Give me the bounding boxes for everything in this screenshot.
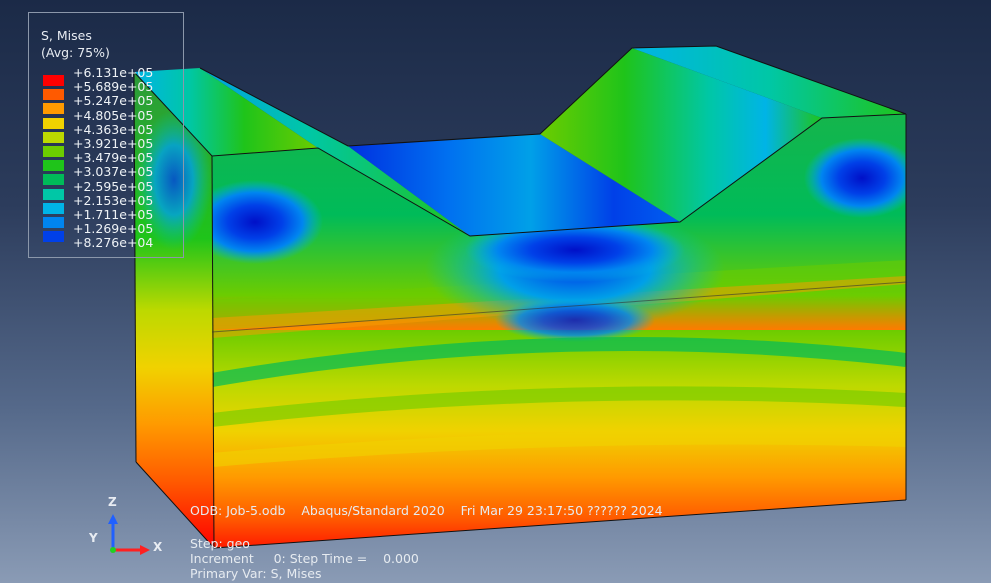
blue-stress-zone-right [804, 138, 906, 218]
legend-swatch [43, 89, 64, 101]
legend-swatch [43, 131, 64, 143]
primary-var-info-line: Primary Var: S, Mises [190, 566, 322, 581]
legend-value: +3.921e+05 [73, 136, 154, 151]
legend-title: S, Mises [41, 28, 92, 43]
odb-info-line: ODB: Job-5.odb Abaqus/Standard 2020 Fri … [190, 503, 663, 518]
legend-swatch [43, 217, 64, 228]
legend-value: +1.711e+05 [73, 207, 154, 222]
contour-legend: S, Mises (Avg: 75%) +6.131e+05 +5.689e+05… [28, 12, 184, 258]
legend-value: +2.153e+05 [73, 192, 154, 208]
triad-z-label: Z [108, 495, 117, 509]
legend-value: +3.037e+05 [73, 164, 154, 180]
legend-value: +3.479e+05 [73, 150, 154, 166]
step-info-line: Step: geo [190, 536, 250, 551]
axis-triad [108, 514, 150, 555]
legend-swatch [43, 188, 64, 200]
legend-swatch [43, 75, 64, 86]
legend-value: +1.269e+05 [73, 221, 154, 237]
legend-swatch [43, 103, 64, 115]
legend-value: +2.595e+05 [73, 178, 154, 194]
legend-value: +4.805e+05 [73, 107, 154, 123]
legend-subtitle: (Avg: 75%) [41, 45, 110, 60]
legend-value: +4.363e+05 [73, 121, 154, 137]
legend-value: +5.689e+05 [73, 79, 154, 95]
legend-swatch [43, 231, 64, 243]
triad-y-label: Y [89, 531, 98, 545]
triad-x-label: X [153, 540, 163, 554]
legend-value: +8.276e+04 [73, 235, 154, 251]
legend-swatch [43, 117, 64, 129]
legend-swatch [43, 146, 64, 157]
legend-swatch [43, 160, 64, 172]
increment-info-line: Increment 0: Step Time = 0.000 [190, 551, 419, 566]
legend-swatch [43, 202, 64, 214]
legend-value: +6.131e+05 [73, 65, 154, 80]
legend-value: +5.247e+05 [73, 93, 154, 109]
legend-swatch [43, 174, 64, 186]
